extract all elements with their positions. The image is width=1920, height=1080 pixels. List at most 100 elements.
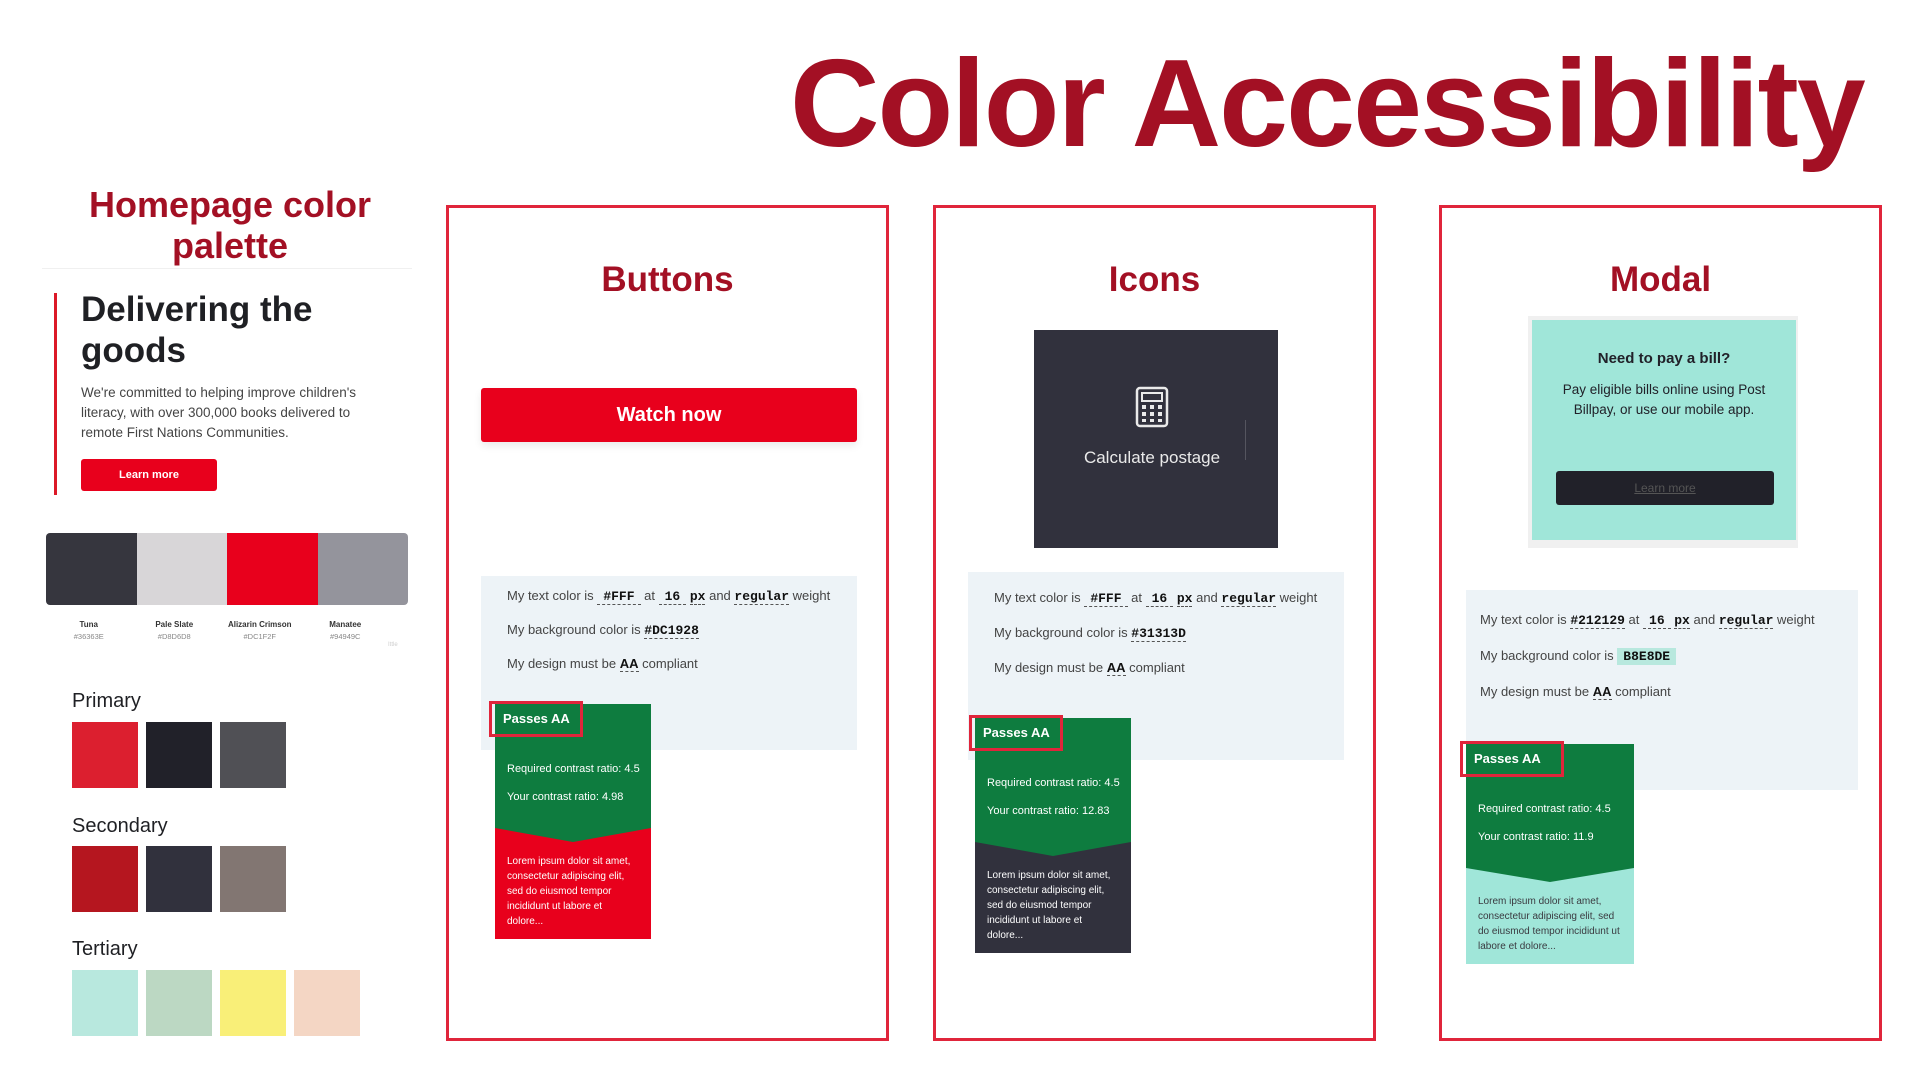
swatch-pale-slate bbox=[136, 533, 227, 605]
swatch-name: Manatee bbox=[329, 620, 362, 629]
text-color-prefix: My text color is bbox=[994, 590, 1081, 605]
bg-color-line: My background color is #DC1928 bbox=[507, 622, 699, 639]
and-text: and bbox=[709, 588, 731, 603]
swatch-strip bbox=[46, 533, 408, 605]
unit-value[interactable]: px bbox=[1176, 591, 1193, 607]
size-value[interactable]: 16 bbox=[1145, 591, 1174, 607]
design-level-value[interactable]: AA bbox=[1106, 660, 1126, 676]
swatch-name: Alizarin Crimson bbox=[227, 620, 292, 629]
your-ratio: Your contrast ratio: 4.98 bbox=[507, 791, 624, 803]
modal-learn-more-button[interactable]: Learn more bbox=[1556, 471, 1774, 505]
page-title: Color Accessibility bbox=[790, 35, 1866, 173]
size-value[interactable]: 16 bbox=[658, 589, 687, 605]
swatch-hex: #36363E bbox=[73, 632, 104, 641]
design-prefix: My design must be bbox=[1480, 684, 1590, 699]
text-color-line: My text color is #FFF at 16 px and regul… bbox=[507, 588, 831, 605]
hero-title: Delivering the goods bbox=[81, 290, 313, 370]
bg-color-line: My background color is B8E8DE bbox=[1480, 648, 1677, 665]
icons-panel-title: Icons bbox=[1108, 260, 1201, 299]
design-prefix: My design must be bbox=[994, 660, 1104, 675]
hero-accent-bar bbox=[54, 293, 57, 495]
design-suffix: compliant bbox=[1129, 660, 1185, 675]
color-swatch bbox=[146, 970, 212, 1036]
calculator-icon bbox=[1135, 386, 1169, 428]
lorem-preview: Lorem ipsum dolor sit amet, consectetur … bbox=[507, 856, 631, 927]
swatch-label: Alizarin Crimson #DC1F2F bbox=[217, 620, 303, 648]
passes-badge: Passes AA bbox=[969, 715, 1063, 751]
icons-result-card: Passes AA Required contrast ratio: 4.5 Y… bbox=[969, 715, 1131, 953]
result-summary: Passes AA Required contrast ratio: 4.5 Y… bbox=[489, 701, 651, 828]
modal-panel-title: Modal bbox=[1609, 260, 1712, 299]
and-text: and bbox=[1196, 590, 1218, 605]
color-swatch bbox=[72, 846, 138, 912]
swatch-name: Tuna bbox=[79, 620, 98, 629]
at-text: at bbox=[1131, 590, 1142, 605]
modal-result-card: Passes AA Required contrast ratio: 4.5 Y… bbox=[1460, 741, 1634, 964]
preview-area: Lorem ipsum dolor sit amet, consectetur … bbox=[495, 828, 651, 939]
learn-more-button[interactable]: Learn more bbox=[81, 459, 217, 491]
unit-value[interactable]: px bbox=[1674, 613, 1690, 629]
swatch-hex: #94949C bbox=[330, 632, 361, 641]
bg-color-value[interactable]: #31313D bbox=[1131, 626, 1186, 642]
lorem-preview: Lorem ipsum dolor sit amet, consectetur … bbox=[987, 870, 1111, 941]
modal-panel: Modal Need to pay a bill? Pay eligible b… bbox=[1439, 205, 1882, 1041]
text-color-line: My text color is #212129 at 16 px and re… bbox=[1480, 612, 1815, 629]
swatch-name: Pale Slate bbox=[155, 620, 194, 629]
tertiary-swatches bbox=[72, 970, 360, 1036]
design-prefix: My design must be bbox=[507, 656, 617, 671]
required-ratio: Required contrast ratio: 4.5 bbox=[507, 763, 640, 775]
bg-color-value[interactable]: #DC1928 bbox=[644, 623, 699, 639]
unit-value[interactable]: px bbox=[689, 589, 706, 605]
modal-title: Need to pay a bill? bbox=[1597, 350, 1731, 367]
swatch-manatee bbox=[317, 533, 408, 605]
swatch-hex: #D8D6D8 bbox=[157, 632, 191, 641]
design-line: My design must be AA compliant bbox=[994, 660, 1185, 676]
color-swatch bbox=[146, 846, 212, 912]
swatch-tuna bbox=[46, 533, 137, 605]
modal-preview-frame: Need to pay a bill? Pay eligible bills o… bbox=[1528, 316, 1798, 548]
palette-heading: Homepage color palette bbox=[88, 184, 372, 267]
tertiary-label: Tertiary bbox=[72, 938, 138, 960]
design-line: My design must be AA compliant bbox=[1480, 684, 1671, 700]
at-text: at bbox=[1628, 612, 1640, 627]
text-color-line: My text color is #FFF at 16 px and regul… bbox=[994, 590, 1317, 607]
bg-color-prefix: My background color is bbox=[507, 622, 641, 637]
swatch-note: Ittle bbox=[388, 642, 398, 648]
weight-value[interactable]: regular bbox=[734, 589, 790, 605]
bg-color-line: My background color is #31313D bbox=[994, 625, 1186, 642]
at-text: at bbox=[644, 588, 655, 603]
color-swatch bbox=[220, 846, 286, 912]
swatch-label: Manatee #94949C bbox=[303, 620, 389, 648]
buttons-panel: Buttons Watch now My text color is #FFF … bbox=[446, 205, 889, 1041]
bg-color-prefix: My background color is bbox=[1480, 648, 1614, 663]
calculate-postage-tile[interactable]: Calculate postage bbox=[1034, 330, 1278, 548]
design-level-value[interactable]: AA bbox=[619, 656, 639, 672]
bg-color-value[interactable]: B8E8DE bbox=[1617, 648, 1677, 665]
text-color-value[interactable]: #FFF bbox=[1084, 591, 1128, 607]
weight-value[interactable]: regular bbox=[1221, 591, 1277, 607]
result-summary: Passes AA Required contrast ratio: 4.5 Y… bbox=[969, 715, 1131, 842]
color-swatch bbox=[72, 970, 138, 1036]
swatch-label: Tuna #36363E bbox=[46, 620, 132, 648]
text-color-value[interactable]: #212129 bbox=[1570, 613, 1625, 629]
watch-now-button[interactable]: Watch now bbox=[481, 388, 857, 442]
design-suffix: compliant bbox=[642, 656, 698, 671]
passes-badge: Passes AA bbox=[1460, 741, 1564, 777]
text-color-value[interactable]: #FFF bbox=[597, 589, 641, 605]
icons-panel: Icons Calculate postage My text color is… bbox=[933, 205, 1376, 1041]
bg-color-prefix: My background color is bbox=[994, 625, 1128, 640]
swatch-alizarin-crimson bbox=[227, 533, 318, 605]
design-level-value[interactable]: AA bbox=[1592, 684, 1612, 700]
weight-suffix: weight bbox=[792, 588, 831, 603]
passes-badge: Passes AA bbox=[489, 701, 583, 737]
calculate-postage-label: Calculate postage bbox=[1083, 448, 1221, 467]
modal-body: Pay eligible bills online using Post Bil… bbox=[1562, 382, 1766, 417]
design-suffix: compliant bbox=[1615, 684, 1671, 699]
size-value[interactable]: 16 bbox=[1643, 613, 1671, 629]
result-summary: Passes AA Required contrast ratio: 4.5 Y… bbox=[1460, 741, 1634, 868]
secondary-swatches bbox=[72, 846, 286, 912]
swatch-labels: Tuna #36363E Pale Slate #D8D6D8 Alizarin… bbox=[46, 620, 408, 648]
swatch-hex: #DC1F2F bbox=[243, 632, 276, 641]
text-color-prefix: My text color is bbox=[1480, 612, 1567, 627]
weight-value[interactable]: regular bbox=[1718, 613, 1774, 629]
